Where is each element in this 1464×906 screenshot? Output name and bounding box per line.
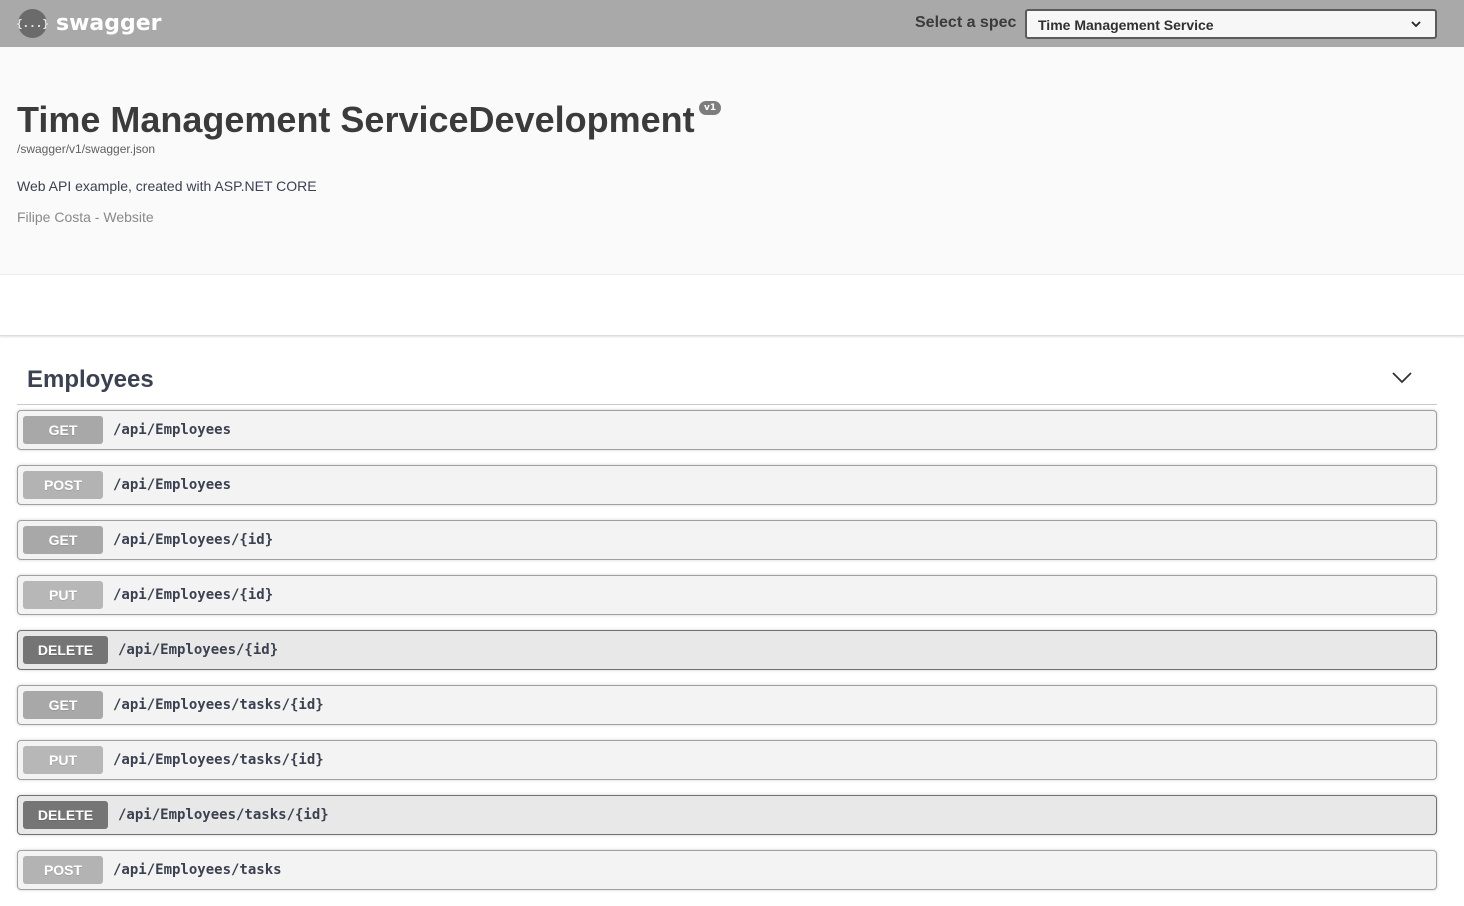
operation-row[interactable]: POST/api/Employees/tasks <box>17 850 1437 890</box>
operation-row[interactable]: DELETE/api/Employees/{id} <box>17 630 1437 670</box>
page-title: Time Management ServiceDevelopment <box>17 99 695 140</box>
operation-row[interactable]: POST/api/Employees <box>17 465 1437 505</box>
method-badge-get: GET <box>23 526 103 554</box>
spec-json-link[interactable]: /swagger/v1/swagger.json <box>17 142 155 156</box>
operation-row[interactable]: GET/api/Employees <box>17 410 1437 450</box>
operation-row[interactable]: GET/api/Employees/tasks/{id} <box>17 685 1437 725</box>
operation-path: /api/Employees/tasks/{id} <box>118 807 329 823</box>
chevron-down-icon[interactable] <box>1391 371 1413 385</box>
operation-row[interactable]: GET/api/Employees/{id} <box>17 520 1437 560</box>
tag-header-employees[interactable]: Employees <box>17 355 1437 405</box>
swagger-logo-text: swagger <box>56 11 162 36</box>
operation-row[interactable]: DELETE/api/Employees/tasks/{id} <box>17 795 1437 835</box>
method-badge-put: PUT <box>23 746 103 774</box>
contact-link[interactable]: Filipe Costa - Website <box>17 209 154 225</box>
spec-select-label: Select a spec <box>915 14 1017 31</box>
operation-path: /api/Employees/{id} <box>113 587 274 603</box>
spec-select[interactable]: Time Management Service <box>1025 9 1437 39</box>
version-badge: v1 <box>699 101 722 115</box>
method-badge-delete: DELETE <box>23 801 108 829</box>
topbar: {...} swagger Select a spec Time Managem… <box>0 0 1464 47</box>
chevron-down-icon <box>1411 21 1421 28</box>
method-badge-post: POST <box>23 471 103 499</box>
method-badge-post: POST <box>23 856 103 884</box>
api-description: Web API example, created with ASP.NET CO… <box>17 178 317 194</box>
operation-path: /api/Employees/{id} <box>113 532 274 548</box>
method-badge-get: GET <box>23 416 103 444</box>
swagger-logo[interactable]: {...} swagger <box>16 9 162 38</box>
method-badge-put: PUT <box>23 581 103 609</box>
method-badge-delete: DELETE <box>23 636 108 664</box>
operation-path: /api/Employees <box>113 422 232 438</box>
operation-path: /api/Employees/tasks <box>113 862 282 878</box>
swagger-logo-icon: {...} <box>16 9 49 38</box>
operation-path: /api/Employees <box>113 477 232 493</box>
operation-path: /api/Employees/tasks/{id} <box>113 752 324 768</box>
operation-path: /api/Employees/{id} <box>118 642 279 658</box>
scheme-container <box>0 274 1464 336</box>
info-section: Time Management ServiceDevelopment v1 /s… <box>0 47 1464 274</box>
operation-row[interactable]: PUT/api/Employees/tasks/{id} <box>17 740 1437 780</box>
operation-row[interactable]: PUT/api/Employees/{id} <box>17 575 1437 615</box>
method-badge-get: GET <box>23 691 103 719</box>
tag-title: Employees <box>27 366 154 393</box>
operation-path: /api/Employees/tasks/{id} <box>113 697 324 713</box>
spec-select-value: Time Management Service <box>1038 17 1214 33</box>
